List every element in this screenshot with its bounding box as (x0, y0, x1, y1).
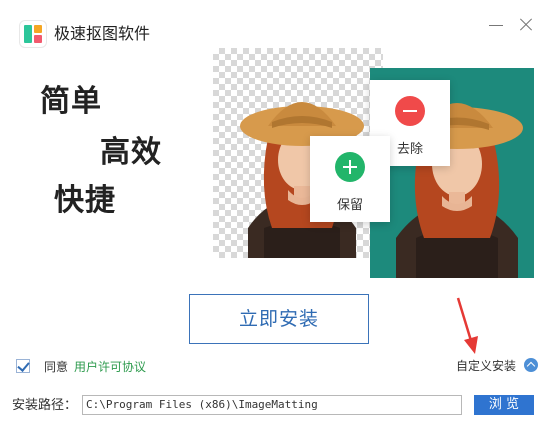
remove-icon[interactable] (395, 96, 425, 126)
keep-label: 保留 (336, 198, 363, 213)
license-agreement-link[interactable]: 用户许可协议 (74, 358, 146, 376)
browse-button[interactable]: 浏 览 (474, 395, 534, 415)
app-logo-icon (20, 21, 46, 47)
slogan-efficient: 高效 (100, 135, 162, 170)
arrow-annotation (456, 297, 478, 354)
install-path-label: 安装路径： (12, 398, 78, 413)
hero-banner: 简单 高效 快捷 去除 保留 (0, 48, 554, 278)
slogan-fast: 快捷 (54, 183, 116, 218)
keep-card: 保留 (310, 136, 390, 222)
minimize-icon[interactable] (487, 16, 505, 34)
agree-checkbox[interactable] (16, 359, 30, 373)
title-bar: 极速抠图软件 (0, 0, 554, 48)
app-title: 极速抠图软件 (54, 24, 151, 43)
chevron-up-icon[interactable] (524, 358, 538, 372)
close-icon[interactable] (517, 16, 535, 34)
keep-icon[interactable] (335, 152, 365, 182)
install-path-input[interactable]: C:\Program Files (x86)\ImageMatting (82, 395, 462, 415)
slogan-simple: 简单 (40, 84, 102, 119)
install-now-button[interactable]: 立即安装 (189, 294, 369, 344)
agree-text: 同意 (44, 360, 69, 374)
custom-install-link[interactable]: 自定义安装 (456, 358, 516, 374)
